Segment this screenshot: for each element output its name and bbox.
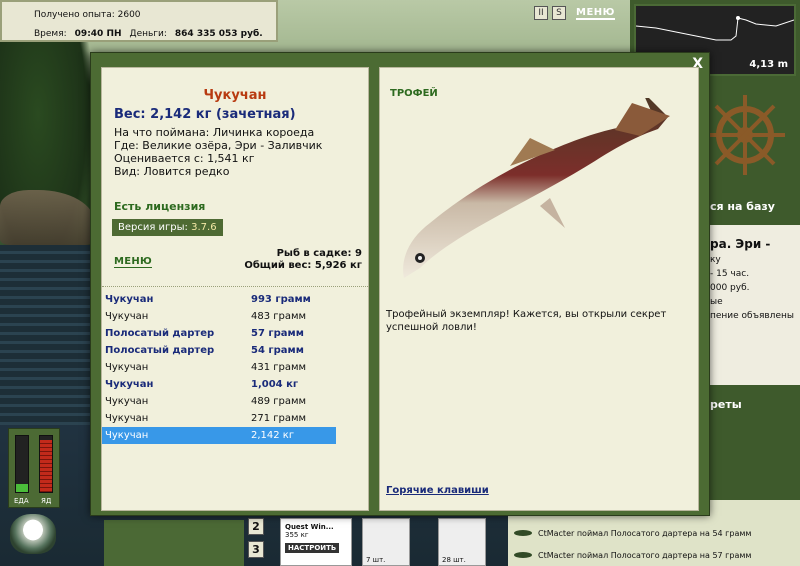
pause-button[interactable]: II bbox=[534, 6, 548, 20]
satiety-gauge bbox=[39, 435, 53, 493]
depth-readout: 4,13 m bbox=[749, 59, 788, 70]
catch-row[interactable]: Полосатый дартер 57 грамм bbox=[102, 325, 336, 342]
lake-line: - 15 час. bbox=[710, 269, 750, 279]
catch-info-panel: Чукучан Вес: 2,142 кг (зачетная) На что … bbox=[101, 67, 369, 511]
money-value: 864 335 053 руб. bbox=[174, 29, 263, 39]
catch-row[interactable]: Чукучан 431 грамм bbox=[102, 359, 336, 376]
catch-fish-name: Чукучан bbox=[105, 311, 149, 322]
ship-wheel-icon[interactable] bbox=[700, 90, 790, 180]
catch-fish-name: Чукучан bbox=[105, 413, 149, 424]
hotkeys-link[interactable]: Горячие клавиши bbox=[386, 485, 489, 496]
fish-weight: Вес: 2,142 кг (зачетная) bbox=[114, 107, 296, 122]
energy-label: ЕДА bbox=[14, 497, 29, 505]
hook-slot[interactable]: 7 шт. bbox=[362, 518, 410, 566]
version-badge: Версия игры: 3.7.6 bbox=[112, 219, 223, 236]
keepnet-summary: Рыб в садке: 9 Общий вес: 5,926 кг bbox=[244, 248, 362, 272]
version-value: 3.7.6 bbox=[191, 222, 217, 233]
catch-fish-name: Чукучан bbox=[105, 362, 149, 373]
catch-row[interactable]: Чукучан 2,142 кг bbox=[102, 427, 336, 444]
go-to-base-button[interactable]: ся на базу bbox=[710, 200, 775, 213]
experience-value: 2600 bbox=[117, 10, 141, 20]
catch-row[interactable]: Чукучан 1,004 кг bbox=[102, 376, 336, 393]
catch-fish-name: Чукучан bbox=[105, 379, 154, 390]
secrets-button[interactable]: реты bbox=[710, 398, 742, 411]
main-menu-button[interactable]: МЕНЮ bbox=[576, 7, 615, 20]
catch-fish-name: Полосатый дартер bbox=[105, 328, 215, 339]
catch-row[interactable]: Чукучан 489 грамм bbox=[102, 393, 336, 410]
bait-info: На что поймана: Личинка короеда bbox=[114, 126, 315, 139]
catch-fish-weight: 271 грамм bbox=[251, 413, 307, 424]
min-weight-info: Оценивается с: 1,541 кг bbox=[114, 152, 255, 165]
setup-button[interactable]: НАСТРОИТЬ bbox=[285, 543, 340, 553]
lake-water bbox=[0, 245, 95, 425]
settings-button[interactable]: S bbox=[552, 6, 566, 20]
catch-row[interactable]: Чукучан 993 грамм bbox=[102, 291, 336, 308]
lake-title: ра. Эри - bbox=[710, 237, 771, 251]
catch-fish-name: Чукучан bbox=[105, 430, 149, 441]
catch-row[interactable]: Полосатый дартер 54 грамм bbox=[102, 342, 336, 359]
lake-line: 000 руб. bbox=[710, 283, 750, 293]
trophy-message: Трофейный экземпляр! Кажется, вы открыли… bbox=[386, 309, 667, 333]
energy-gauge bbox=[15, 435, 29, 493]
hook-count: 7 шт. bbox=[366, 556, 386, 564]
tackle-name: Quest Win... bbox=[285, 523, 334, 531]
catch-fish-name: Чукучан bbox=[105, 294, 154, 305]
money-label: Деньги: bbox=[129, 29, 167, 39]
fish-name: Чукучан bbox=[203, 88, 267, 103]
total-weight: Общий вес: 5,926 кг bbox=[244, 260, 362, 271]
tools-panel[interactable] bbox=[104, 520, 244, 566]
satiety-label: ЯД bbox=[41, 497, 52, 505]
tackle-weight: 355 кг bbox=[285, 531, 309, 539]
time-value: 09:40 ПН bbox=[74, 29, 122, 39]
catch-fish-weight: 483 грамм bbox=[251, 311, 307, 322]
fish-count: Рыб в садке: 9 bbox=[276, 248, 362, 259]
catch-fish-weight: 57 грамм bbox=[251, 328, 304, 339]
feed-item: CtMacter поймал Полосатого дартера на 57… bbox=[508, 544, 800, 566]
status-gauges: ЕДА ЯД bbox=[8, 428, 60, 508]
lake-line: пение объявлены bbox=[710, 311, 794, 321]
location-info: Где: Великие озёра, Эри - Заливчик bbox=[114, 139, 323, 152]
catch-fish-weight: 54 грамм bbox=[251, 345, 304, 356]
top-controls: II S МЕНЮ bbox=[534, 6, 615, 20]
catch-fish-name: Полосатый дартер bbox=[105, 345, 215, 356]
license-status: Есть лицензия bbox=[114, 200, 206, 213]
catch-row[interactable]: Чукучан 483 грамм bbox=[102, 308, 336, 325]
fish-image bbox=[403, 98, 670, 278]
catch-list: Чукучан 993 грамм Чукучан 483 грамм Полосаты… bbox=[102, 286, 368, 444]
food-pot-icon[interactable] bbox=[10, 514, 56, 554]
catch-fish-weight: 489 грамм bbox=[251, 396, 307, 407]
feed-item: CtMacter поймал Полосатого дартера на 54… bbox=[508, 522, 800, 544]
rarity-info: Вид: Ловится редко bbox=[114, 165, 230, 178]
lake-line: ку bbox=[710, 255, 721, 265]
dialog-menu-link[interactable]: МЕНЮ bbox=[114, 256, 153, 268]
catch-fish-weight: 431 грамм bbox=[251, 362, 307, 373]
catch-fish-weight: 2,142 кг bbox=[251, 430, 295, 441]
slot-2-button[interactable]: 2 bbox=[248, 518, 264, 535]
trophy-panel: ТРОФЕЙ Трофейный экземпляр! Кажется, вы … bbox=[379, 67, 699, 511]
tackle-slots: 2 3 bbox=[248, 518, 264, 558]
catch-dialog: X Чукучан Вес: 2,142 кг (зачетная) На чт… bbox=[90, 52, 710, 516]
bait-slot[interactable]: 28 шт. bbox=[438, 518, 486, 566]
tackle-card[interactable]: Quest Win... 355 кг НАСТРОИТЬ bbox=[280, 518, 352, 566]
lake-line: ые bbox=[710, 297, 723, 307]
bait-count: 28 шт. bbox=[442, 556, 466, 564]
time-label: Время: bbox=[34, 29, 67, 39]
version-label: Версия игры: bbox=[118, 222, 188, 233]
catch-fish-name: Чукучан bbox=[105, 396, 149, 407]
catch-fish-weight: 1,004 кг bbox=[251, 379, 299, 390]
experience-label: Получено опыта: bbox=[34, 10, 115, 20]
slot-3-button[interactable]: 3 bbox=[248, 541, 264, 558]
catch-row[interactable]: Чукучан 271 грамм bbox=[102, 410, 336, 427]
catch-fish-weight: 993 грамм bbox=[251, 294, 311, 305]
status-panel: Получено опыта: 2600 Время: 09:40 ПН Ден… bbox=[0, 0, 278, 42]
catch-details: На что поймана: Личинка короеда Где: Вел… bbox=[114, 126, 368, 178]
lake-info-card: ра. Эри - ку - 15 час. 000 руб. ые пение… bbox=[710, 225, 800, 385]
